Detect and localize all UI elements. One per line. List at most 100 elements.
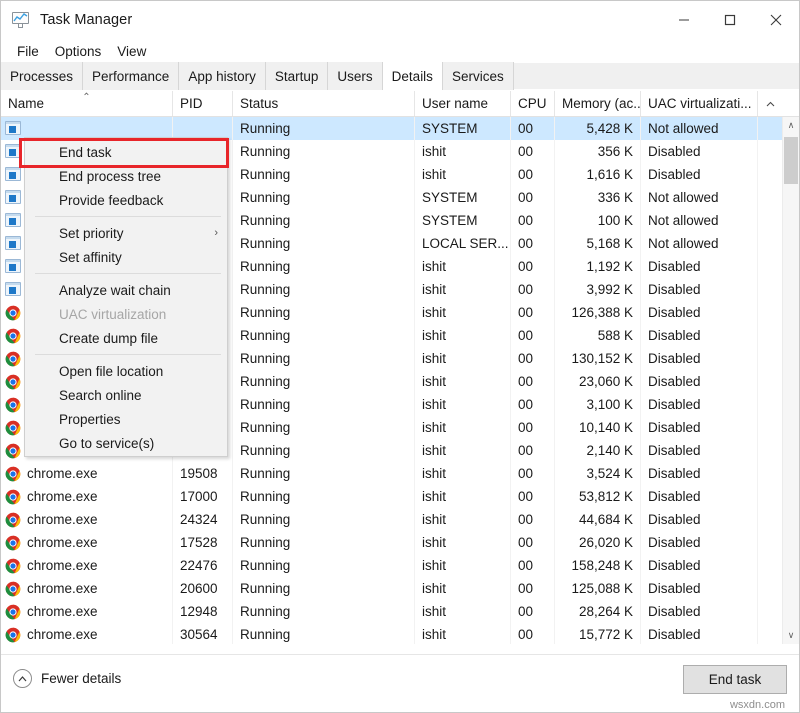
context-menu-item-label: Analyze wait chain — [59, 283, 171, 298]
cell-status: Running — [233, 255, 415, 278]
column-header-uac-virtualizati[interactable]: UAC virtualizati... — [641, 91, 758, 116]
column-header-label: Memory (ac... — [562, 96, 641, 111]
column-header-status[interactable]: Status — [233, 91, 415, 116]
context-menu: End taskEnd process treeProvide feedback… — [24, 137, 228, 457]
minimize-button[interactable] — [661, 1, 707, 39]
scroll-up-arrow[interactable]: ∧ — [783, 117, 799, 134]
generic-app-icon — [5, 236, 21, 252]
menu-item-options[interactable]: Options — [47, 42, 110, 61]
tab-app-history[interactable]: App history — [179, 62, 266, 90]
cell-name: chrome.exe — [1, 485, 173, 508]
table-row[interactable]: chrome.exe20600Runningishit00125,088 KDi… — [1, 577, 799, 600]
column-header-label: Status — [240, 96, 278, 111]
table-row[interactable]: chrome.exe24324Runningishit0044,684 KDis… — [1, 508, 799, 531]
process-name: chrome.exe — [27, 581, 98, 596]
cell-pid: 24324 — [173, 508, 233, 531]
chrome-icon — [5, 627, 21, 643]
menu-item-view[interactable]: View — [109, 42, 154, 61]
generic-app-icon — [5, 121, 21, 137]
context-menu-item-label: Set priority — [59, 226, 124, 241]
column-header-name[interactable]: Name⌃ — [1, 91, 173, 116]
table-row[interactable]: chrome.exe12948Runningishit0028,264 KDis… — [1, 600, 799, 623]
context-menu-item-end-task[interactable]: End task — [25, 140, 227, 164]
end-task-button[interactable]: End task — [683, 665, 787, 694]
context-menu-item-analyze-wait-chain[interactable]: Analyze wait chain — [25, 278, 227, 302]
cell-memory: 5,168 K — [555, 232, 641, 255]
cell-user-name: ishit — [415, 255, 511, 278]
cell-user-name: ishit — [415, 278, 511, 301]
menu-item-file[interactable]: File — [9, 42, 47, 61]
cell-memory: 53,812 K — [555, 485, 641, 508]
column-header-pid[interactable]: PID — [173, 91, 233, 116]
table-row[interactable]: chrome.exe22476Runningishit00158,248 KDi… — [1, 554, 799, 577]
context-menu-item-set-priority[interactable]: Set priority› — [25, 221, 227, 245]
cell-status: Running — [233, 531, 415, 554]
cell-status: Running — [233, 416, 415, 439]
cell-uac-virtualization: Disabled — [641, 577, 758, 600]
table-row[interactable]: chrome.exe30564Runningishit0015,772 KDis… — [1, 623, 799, 644]
context-menu-item-provide-feedback[interactable]: Provide feedback — [25, 188, 227, 212]
tab-performance[interactable]: Performance — [83, 62, 179, 90]
tab-services[interactable]: Services — [443, 62, 514, 90]
tab-startup[interactable]: Startup — [266, 62, 329, 90]
context-menu-item-set-affinity[interactable]: Set affinity — [25, 245, 227, 269]
scrollbar-thumb[interactable] — [784, 137, 798, 184]
cell-memory: 3,524 K — [555, 462, 641, 485]
context-menu-item-open-file-location[interactable]: Open file location — [25, 359, 227, 383]
cell-memory: 26,020 K — [555, 531, 641, 554]
context-menu-item-properties[interactable]: Properties — [25, 407, 227, 431]
chrome-icon — [5, 489, 21, 505]
process-name: chrome.exe — [27, 627, 98, 642]
table-row[interactable]: chrome.exe17000Runningishit0053,812 KDis… — [1, 485, 799, 508]
table-row[interactable]: chrome.exe17528Runningishit0026,020 KDis… — [1, 531, 799, 554]
column-header-memory-ac[interactable]: Memory (ac... — [555, 91, 641, 116]
column-header-cpu[interactable]: CPU — [511, 91, 555, 116]
cell-cpu: 00 — [511, 462, 555, 485]
cell-memory: 1,616 K — [555, 163, 641, 186]
context-menu-item-create-dump-file[interactable]: Create dump file — [25, 326, 227, 350]
vertical-scrollbar[interactable]: ∧ ∨ — [782, 117, 799, 644]
cell-uac-virtualization: Disabled — [641, 370, 758, 393]
fewer-details-button[interactable]: Fewer details — [13, 669, 121, 688]
cell-memory: 5,428 K — [555, 117, 641, 140]
context-menu-item-go-to-service-s[interactable]: Go to service(s) — [25, 431, 227, 455]
tab-users[interactable]: Users — [328, 62, 382, 90]
generic-app-icon — [5, 144, 21, 160]
cell-uac-virtualization: Disabled — [641, 255, 758, 278]
table-row[interactable]: chrome.exe19508Runningishit003,524 KDisa… — [1, 462, 799, 485]
chrome-icon — [5, 604, 21, 620]
chrome-icon — [5, 443, 21, 459]
cell-name: chrome.exe — [1, 554, 173, 577]
column-header-user-name[interactable]: User name — [415, 91, 511, 116]
cell-uac-virtualization: Disabled — [641, 163, 758, 186]
close-button[interactable] — [753, 1, 799, 39]
context-menu-item-search-online[interactable]: Search online — [25, 383, 227, 407]
cell-pid: 12948 — [173, 600, 233, 623]
cell-name: chrome.exe — [1, 462, 173, 485]
tab-details[interactable]: Details — [382, 62, 443, 90]
cell-pid: 19508 — [173, 462, 233, 485]
bottom-bar: Fewer details End task wsxdn.com — [1, 654, 799, 712]
maximize-button[interactable] — [707, 1, 753, 39]
context-menu-item-label: Open file location — [59, 364, 163, 379]
tab-processes[interactable]: Processes — [1, 62, 83, 90]
cell-status: Running — [233, 301, 415, 324]
cell-memory: 336 K — [555, 186, 641, 209]
cell-uac-virtualization: Disabled — [641, 416, 758, 439]
chrome-icon — [5, 581, 21, 597]
scroll-down-arrow[interactable]: ∨ — [783, 627, 799, 644]
cell-memory: 1,192 K — [555, 255, 641, 278]
title-bar: Task Manager — [1, 1, 799, 39]
cell-uac-virtualization: Not allowed — [641, 232, 758, 255]
cell-uac-virtualization: Disabled — [641, 531, 758, 554]
cell-cpu: 00 — [511, 508, 555, 531]
cell-user-name: ishit — [415, 485, 511, 508]
task-manager-window: Task Manager File Options View Processes… — [0, 0, 800, 713]
cell-uac-virtualization: Disabled — [641, 600, 758, 623]
context-menu-separator — [35, 354, 221, 355]
context-menu-item-end-process-tree[interactable]: End process tree — [25, 164, 227, 188]
cell-memory: 28,264 K — [555, 600, 641, 623]
cell-status: Running — [233, 117, 415, 140]
cell-status: Running — [233, 554, 415, 577]
context-menu-item-label: Go to service(s) — [59, 436, 154, 451]
